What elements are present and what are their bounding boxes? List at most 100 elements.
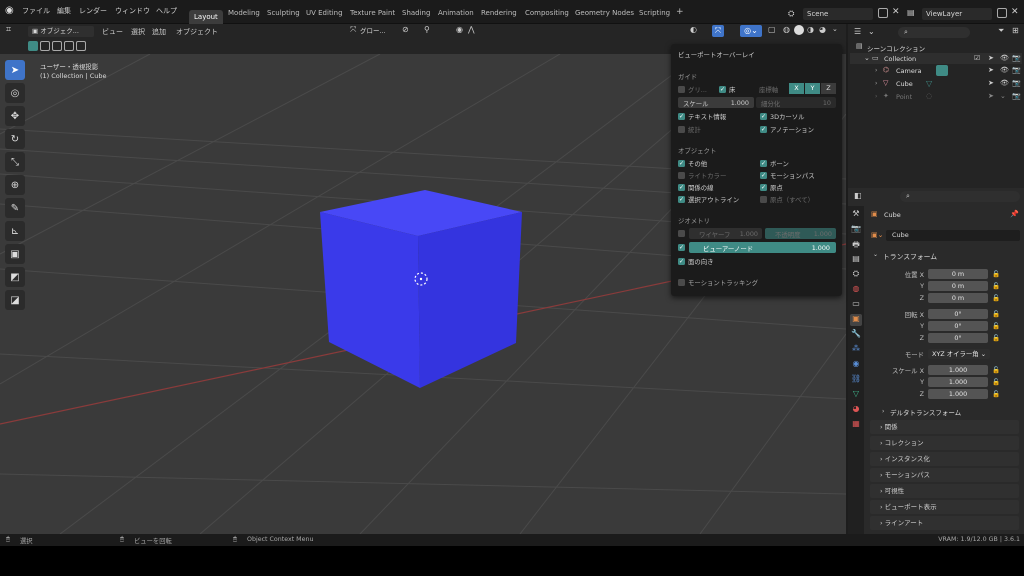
orientation-icon[interactable]: ⤧ — [350, 25, 356, 35]
select-arrow-icon[interactable]: ➤ — [988, 54, 994, 62]
expand-arrow-icon[interactable]: › — [875, 93, 877, 100]
add-cube-tool[interactable]: ▣ — [5, 244, 25, 264]
view-layer-tab-icon[interactable]: ▤ — [850, 254, 862, 266]
location-z-field[interactable]: 0 m — [928, 293, 988, 303]
eye-icon[interactable]: 👁 — [1000, 66, 1009, 74]
axis-z-toggle[interactable]: Z — [821, 83, 836, 94]
filter-display-icon[interactable]: ⌄ — [868, 27, 875, 36]
rotation-x-field[interactable]: 0° — [928, 309, 988, 319]
tab-scripting[interactable]: Scripting — [639, 9, 670, 17]
origins-all-checkbox[interactable] — [760, 196, 767, 203]
panel-instancing[interactable]: › インスタンス化 — [870, 452, 1019, 466]
scale-y-field[interactable]: 1.000 — [928, 377, 988, 387]
modifier-tab-icon[interactable]: 🔧 — [850, 329, 862, 341]
select-box-tool[interactable]: ➤ — [5, 60, 25, 80]
scene-icon[interactable]: ⛭ — [788, 9, 794, 19]
expand-arrow-icon[interactable]: › — [875, 67, 877, 74]
select-mode-invert-icon[interactable] — [64, 41, 74, 51]
blender-logo-icon[interactable]: ◉ — [5, 5, 14, 16]
exclude-checkbox-icon[interactable]: ☑ — [974, 54, 980, 62]
eye-hidden-icon[interactable]: ⌄ — [1000, 92, 1006, 100]
expand-arrow-icon[interactable]: ⌄ — [864, 54, 870, 62]
mesh-data-icon[interactable]: ▽ — [926, 79, 932, 88]
tab-uv-editing[interactable]: UV Editing — [306, 9, 343, 17]
3d-cursor-checkbox[interactable]: ✓ — [760, 113, 767, 120]
select-mode-new-icon[interactable] — [28, 41, 38, 51]
mode-dropdown[interactable]: ▣ オブジェク... — [28, 26, 94, 37]
proportional-edit-icon[interactable]: ◉ — [456, 25, 463, 34]
xray-icon[interactable]: ▢ — [768, 25, 776, 34]
particles-tab-icon[interactable]: ⁂ — [850, 344, 862, 356]
shading-rendered-icon[interactable]: ◕ — [819, 25, 826, 34]
floor-checkbox[interactable]: ✓ — [719, 86, 726, 93]
tab-rendering[interactable]: Rendering — [481, 9, 517, 17]
tab-texture-paint[interactable]: Texture Paint — [350, 9, 395, 17]
overlay-toggle-icon[interactable]: ◎⌄ — [740, 25, 762, 37]
gizmo-toggle-icon[interactable]: ⤧ — [712, 25, 724, 37]
object-tab-icon[interactable]: ▣ — [850, 314, 862, 326]
viewer-node-field[interactable]: ビューアーノード 1.000 — [689, 242, 836, 253]
location-y-field[interactable]: 0 m — [928, 281, 988, 291]
transform-expand-icon[interactable]: ⌄ — [873, 251, 878, 258]
material-tab-icon[interactable]: ◕ — [850, 404, 862, 416]
menu-object[interactable]: オブジェクト — [176, 27, 218, 37]
scene-field[interactable]: Scene — [803, 8, 873, 20]
lock-icon[interactable]: 🔓 — [992, 366, 1000, 374]
origins-checkbox[interactable]: ✓ — [760, 184, 767, 191]
opacity-field[interactable]: 不透明度 1.000 — [765, 228, 836, 239]
transform-tool[interactable]: ⊕ — [5, 175, 25, 195]
lock-icon[interactable]: 🔓 — [992, 390, 1000, 398]
falloff-icon[interactable]: ⋀ — [468, 25, 475, 34]
panel-line-art[interactable]: › ラインアート — [870, 516, 1019, 530]
select-mode-subtract-icon[interactable] — [52, 41, 62, 51]
visibility-icon[interactable]: ◐ — [690, 25, 697, 34]
shading-solid-icon[interactable] — [794, 25, 804, 35]
bones-checkbox[interactable]: ✓ — [760, 160, 767, 167]
tool-extra-1[interactable]: ◩ — [5, 267, 25, 287]
lock-icon[interactable]: 🔓 — [992, 334, 1000, 342]
texture-tab-icon[interactable]: ▦ — [850, 419, 862, 431]
menu-help[interactable]: ヘルプ — [156, 6, 177, 16]
scale-z-field[interactable]: 1.000 — [928, 389, 988, 399]
tab-layout[interactable]: Layout — [189, 10, 223, 24]
render-tab-icon[interactable]: 📷 — [850, 224, 862, 236]
select-arrow-icon[interactable]: ➤ — [988, 66, 994, 74]
tab-modeling[interactable]: Modeling — [228, 9, 260, 17]
menu-select[interactable]: 選択 — [131, 27, 145, 37]
camera-data-icon[interactable] — [936, 65, 948, 76]
location-x-field[interactable]: 0 m — [928, 269, 988, 279]
outliner-editor-icon[interactable]: ☰ — [854, 27, 861, 36]
copy-scene-icon[interactable] — [878, 8, 888, 18]
menu-window[interactable]: ウィンドウ — [115, 6, 150, 16]
pin-icon[interactable]: 📌 — [1010, 210, 1019, 218]
rotation-mode-dropdown[interactable]: XYZ オイラー角 ⌄ — [928, 349, 990, 359]
wireframe-checkbox[interactable] — [678, 230, 685, 237]
editor-type-icon[interactable]: ⌗ — [6, 25, 11, 35]
select-mode-extend-icon[interactable] — [40, 41, 50, 51]
output-tab-icon[interactable]: 🖶 — [850, 239, 862, 251]
panel-motion-paths[interactable]: › モーションパス — [870, 468, 1019, 482]
move-tool[interactable]: ✥ — [5, 106, 25, 126]
lock-icon[interactable]: 🔓 — [992, 378, 1000, 386]
rotation-y-field[interactable]: 0° — [928, 321, 988, 331]
constraints-tab-icon[interactable]: ⛓ — [850, 374, 862, 386]
grid-checkbox[interactable] — [678, 86, 685, 93]
delete-viewlayer-icon[interactable]: ✕ — [1011, 7, 1019, 17]
eye-icon[interactable]: 👁 — [1000, 79, 1009, 87]
transform-heading[interactable]: トランスフォーム — [883, 251, 937, 261]
panel-relations[interactable]: › 関係 — [870, 420, 1019, 434]
object-name-field[interactable]: Cube — [886, 230, 1020, 241]
new-collection-icon[interactable]: ⊞ — [1012, 26, 1019, 35]
outliner-row-cube[interactable]: › ▽ Cube ▽ ➤ 👁 📷 — [850, 78, 1022, 90]
tab-compositing[interactable]: Compositing — [525, 9, 569, 17]
camera-render-icon[interactable]: 📷 — [1012, 66, 1021, 74]
scene-tab-icon[interactable]: ⛭ — [850, 269, 862, 281]
physics-tab-icon[interactable]: ◉ — [850, 359, 862, 371]
world-tab-icon[interactable]: ◍ — [850, 284, 862, 296]
menu-render[interactable]: レンダー — [79, 6, 107, 16]
select-arrow-icon[interactable]: ➤ — [988, 79, 994, 87]
annotate-tool[interactable]: ✎ — [5, 198, 25, 218]
data-tab-icon[interactable]: ▽ — [850, 389, 862, 401]
measure-tool[interactable]: ⊾ — [5, 221, 25, 241]
camera-render-icon[interactable]: 📷 — [1012, 92, 1021, 100]
